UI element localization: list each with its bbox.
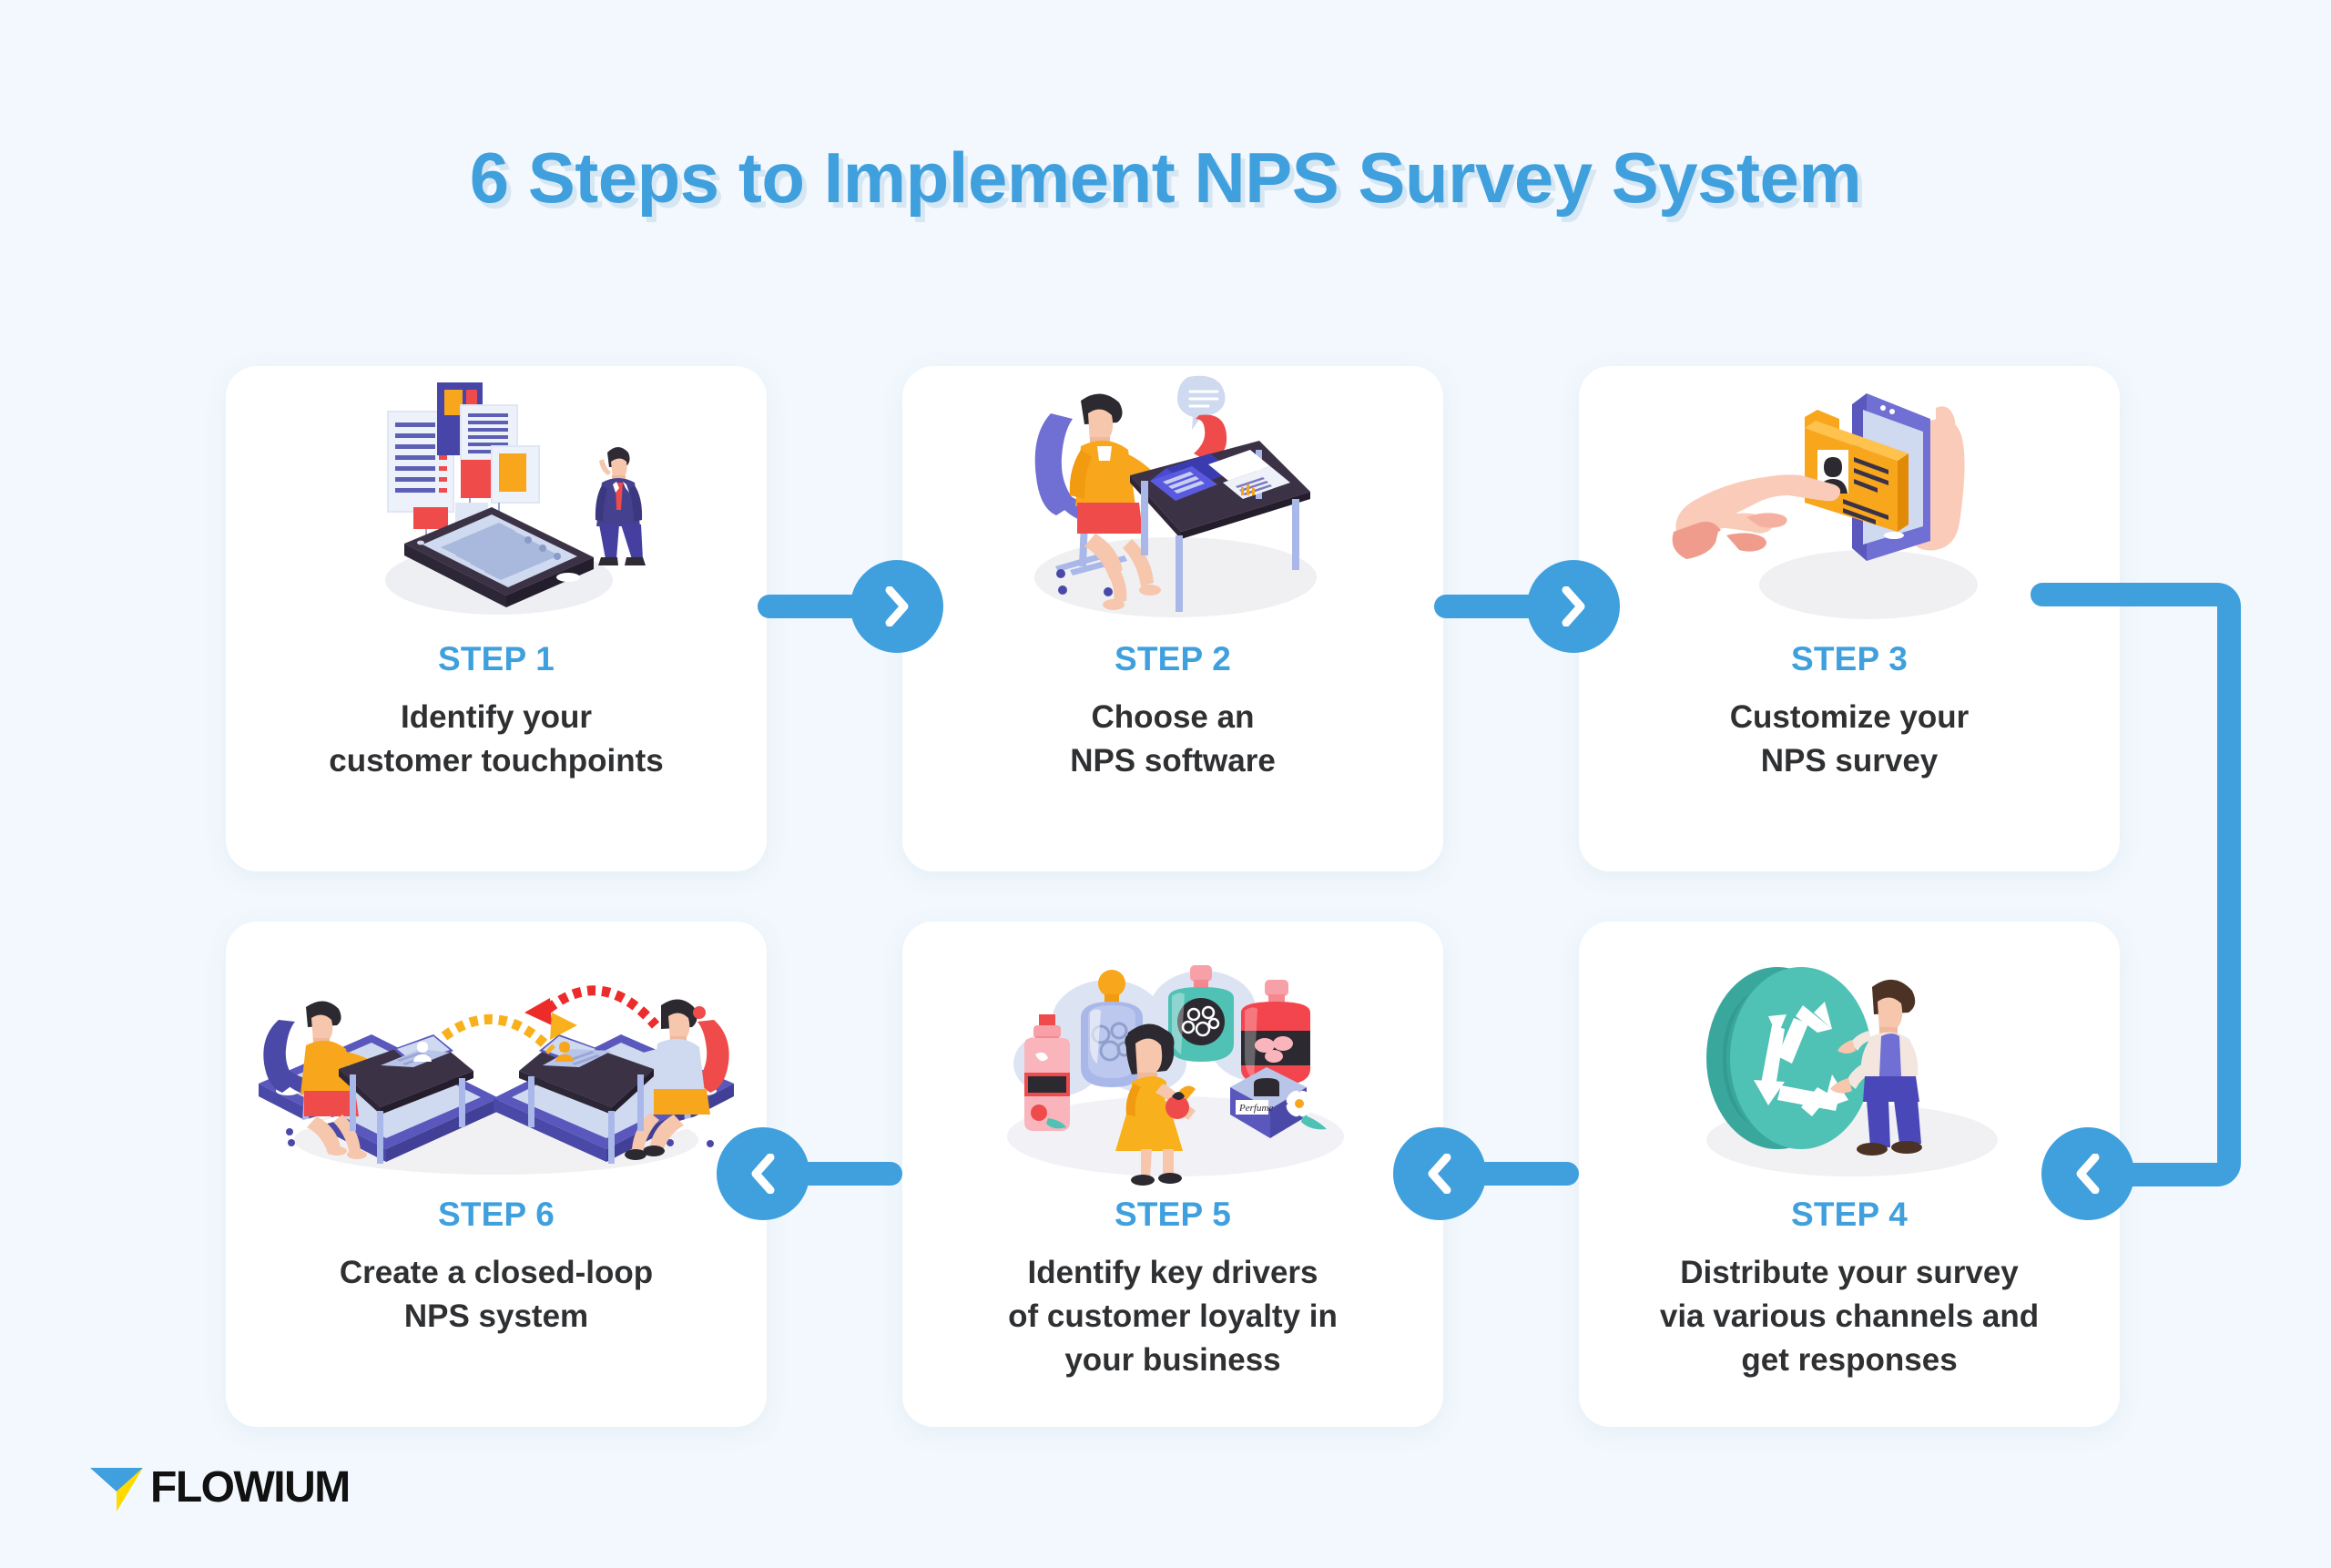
step-5-illustration: Perfume: [902, 921, 1443, 1195]
step-1-illustration: [226, 366, 767, 639]
chevron-left-icon: [1428, 1154, 1451, 1194]
flowium-logo-mark-icon: [88, 1461, 145, 1513]
step-2-illustration: [902, 366, 1443, 639]
step-5-description: Identify key drivers of customer loyalty…: [1008, 1255, 1338, 1378]
svg-text:Perfume: Perfume: [1238, 1103, 1273, 1114]
step-card-2: STEP 2 Choose an NPS software: [902, 366, 1443, 871]
step-4-description: Distribute your survey via various chann…: [1659, 1255, 2040, 1378]
flowium-logo[interactable]: FLOWIUM: [88, 1461, 351, 1513]
chevron-right-icon: [1562, 586, 1585, 626]
chevron-left-icon: [2076, 1154, 2100, 1194]
step-card-1: STEP 1 Identify your customer touchpoint…: [226, 366, 767, 871]
step-3-description: Customize your NPS survey: [1729, 699, 1970, 779]
connector-circle: [850, 560, 943, 653]
infographic-canvas: 6 Steps to Implement NPS Survey System S…: [0, 0, 2331, 1568]
step-2-label: STEP 2: [1114, 640, 1232, 677]
step-1-description: Identify your customer touchpoints: [329, 699, 664, 779]
step-6-label: STEP 6: [437, 1196, 555, 1233]
arrow-step4-to-step5: [1393, 1127, 1579, 1220]
connector-bar: [784, 1162, 902, 1186]
arrow-step2-to-step3: [1434, 560, 1620, 653]
step-1-label: STEP 1: [437, 640, 555, 677]
flowium-logo-text: FLOWIUM: [150, 1462, 351, 1512]
arrow-step5-to-step6: [717, 1127, 902, 1220]
connector-bar: [1461, 1162, 1579, 1186]
step-6-illustration: [226, 921, 767, 1195]
chevron-right-icon: [885, 586, 909, 626]
step-card-6: STEP 6 Create a closed-loop NPS system: [226, 921, 767, 1427]
chevron-left-icon: [751, 1154, 775, 1194]
step-card-5: Perfume STEP 5 Identify key drivers of c…: [902, 921, 1443, 1427]
arrow-step1-to-step2: [758, 560, 943, 653]
page-title: 6 Steps to Implement NPS Survey System: [469, 137, 1862, 218]
step-5-label: STEP 5: [1114, 1196, 1232, 1233]
step-2-description: Choose an NPS software: [1070, 699, 1276, 779]
arrow-step3-to-step4-circle: [2041, 1127, 2134, 1220]
connector-circle: [1527, 560, 1620, 653]
step-6-description: Create a closed-loop NPS system: [339, 1255, 654, 1334]
